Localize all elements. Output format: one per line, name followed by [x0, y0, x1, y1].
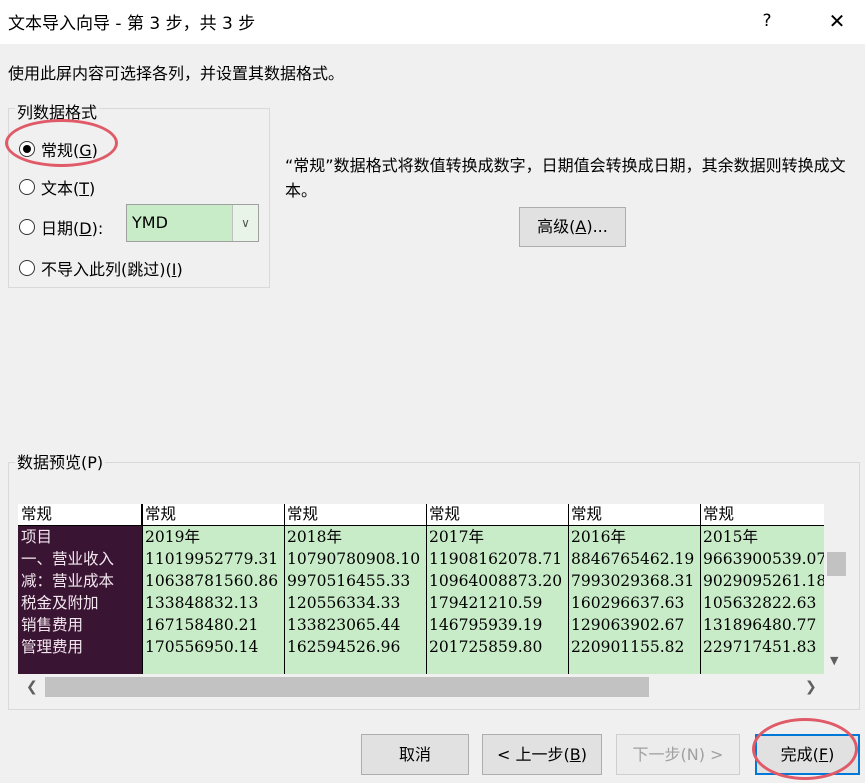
horizontal-scrollbar[interactable]: ❮ ❯ [18, 674, 824, 702]
radio-skip[interactable]: 不导入此列(跳过)(I) [19, 256, 183, 280]
radio-general-indicator[interactable] [19, 141, 35, 157]
data-preview-legend: 数据预览(P) [15, 449, 106, 473]
radio-date[interactable]: 日期(D): [19, 215, 103, 239]
cancel-button[interactable]: 取消 [361, 734, 469, 775]
back-button[interactable]: < 上一步(B) [482, 734, 602, 775]
preview-cell: 120556334.33 [287, 594, 401, 612]
preview-cell: 105632822.63 [703, 594, 817, 612]
preview-cell: 220901155.82 [571, 638, 685, 656]
preview-cell: 10638781560.86 [145, 572, 279, 590]
preview-column[interactable]: 常规 2015年 9663900539.07 9029095261.18 105… [700, 504, 824, 674]
preview-cell: 10790780908.10 [287, 550, 421, 568]
preview-cell: 2019年 [145, 528, 200, 546]
preview-column-header[interactable]: 常规 [18, 504, 142, 526]
scroll-down-icon[interactable]: ▼ [830, 654, 838, 667]
title-bar: 文本导入向导 - 第 3 步，共 3 步 ? ✕ [0, 0, 865, 44]
preview-column-header[interactable]: 常规 [700, 504, 824, 526]
vertical-scrollbar[interactable]: ▼ [824, 504, 850, 674]
help-button[interactable]: ? [752, 6, 782, 36]
radio-text-indicator[interactable] [19, 179, 35, 195]
date-format-value: YMD [132, 213, 168, 232]
preview-cell: 2017年 [429, 528, 484, 546]
preview-cell: 133823065.44 [287, 616, 401, 634]
dialog-title: 文本导入向导 - 第 3 步，共 3 步 [8, 14, 256, 34]
preview-cell: 8846765462.19 [571, 550, 695, 568]
column-separator [142, 504, 143, 674]
preview-cell: 10964008873.20 [429, 572, 563, 590]
preview-cell: 229717451.83 [703, 638, 817, 656]
preview-cell: 9970516455.33 [287, 572, 411, 590]
preview-cell: 129063902.67 [571, 616, 685, 634]
preview-cell: 管理费用 [21, 638, 84, 656]
finish-button[interactable]: 完成(F) [755, 734, 860, 775]
preview-cell: 201725859.80 [429, 638, 543, 656]
preview-cell: 2016年 [571, 528, 626, 546]
scroll-right-icon[interactable]: ❯ [805, 679, 817, 695]
column-separator [426, 504, 427, 674]
radio-skip-indicator[interactable] [19, 260, 35, 276]
preview-cell: 160296637.63 [571, 594, 685, 612]
column-separator [700, 504, 701, 674]
date-format-select[interactable]: YMD ∨ [126, 204, 259, 242]
preview-column-header[interactable]: 常规 [284, 504, 426, 526]
preview-cell: 2015年 [703, 528, 758, 546]
preview-cell: 131896480.77 [703, 616, 817, 634]
preview-column-header[interactable]: 常规 [568, 504, 700, 526]
preview-column-header[interactable]: 常规 [426, 504, 568, 526]
preview-cell: 2018年 [287, 528, 342, 546]
preview-cell: 167158480.21 [145, 616, 259, 634]
column-separator [568, 504, 569, 674]
radio-text-label: 文本(T) [41, 179, 96, 198]
radio-skip-label: 不导入此列(跳过)(I) [41, 260, 183, 279]
preview-cell: 133848832.13 [145, 594, 259, 612]
column-format-legend: 列数据格式 [15, 99, 100, 123]
preview-cell: 一、营业收入 [21, 550, 115, 568]
column-separator [284, 504, 285, 674]
preview-cell: 项目 [21, 528, 53, 546]
radio-text[interactable]: 文本(T) [19, 175, 95, 199]
preview-cell: 9029095261.18 [703, 572, 824, 590]
preview-cell: 销售费用 [21, 616, 84, 634]
data-preview-grid[interactable]: 常规 项目 一、营业收入 减：营业成本 税金及附加 销售费用 管理费用 常规 2… [18, 504, 824, 674]
preview-cell: 11908162078.71 [429, 550, 563, 568]
preview-cell: 7993029368.31 [571, 572, 695, 590]
next-button[interactable]: 下一步(N) > [616, 734, 740, 775]
instruction-text: 使用此屏内容可选择各列，并设置其数据格式。 [8, 64, 345, 83]
scroll-left-icon[interactable]: ❮ [26, 679, 38, 695]
preview-cell: 减：营业成本 [21, 572, 115, 590]
preview-cell: 162594526.96 [287, 638, 401, 656]
preview-cell: 146795939.19 [429, 616, 543, 634]
advanced-button[interactable]: 高级(A)... [519, 207, 626, 247]
vertical-scroll-thumb[interactable] [827, 552, 846, 576]
column-format-group: 列数据格式 常规(G) 文本(T) 日期(D): YMD ∨ 不导入此列(跳过)… [8, 99, 270, 288]
preview-column-header[interactable]: 常规 [142, 504, 284, 526]
radio-general[interactable]: 常规(G) [19, 137, 98, 161]
horizontal-scroll-thumb[interactable] [45, 677, 649, 697]
preview-cell: 9663900539.07 [703, 550, 824, 568]
format-description: “常规”数据格式将数值转换成数字，日期值会转换成日期，其余数据则转换成文本。 [285, 156, 846, 200]
preview-cell: 179421210.59 [429, 594, 543, 612]
radio-general-label: 常规(G) [41, 141, 98, 160]
preview-cell: 税金及附加 [21, 594, 99, 612]
preview-column[interactable]: 常规 2017年 11908162078.71 10964008873.20 1… [426, 504, 568, 674]
radio-date-label: 日期(D): [41, 219, 104, 238]
chevron-down-icon[interactable]: ∨ [232, 205, 258, 241]
preview-column[interactable]: 常规 2019年 11019952779.31 10638781560.86 1… [142, 504, 284, 674]
preview-column[interactable]: 常规 2018年 10790780908.10 9970516455.33 12… [284, 504, 426, 674]
preview-column[interactable]: 常规 2016年 8846765462.19 7993029368.31 160… [568, 504, 700, 674]
preview-cell: 11019952779.31 [145, 550, 279, 568]
close-button[interactable]: ✕ [820, 6, 854, 36]
preview-cell: 170556950.14 [145, 638, 259, 656]
preview-column[interactable]: 常规 项目 一、营业收入 减：营业成本 税金及附加 销售费用 管理费用 [18, 504, 142, 674]
radio-date-indicator[interactable] [19, 219, 35, 235]
